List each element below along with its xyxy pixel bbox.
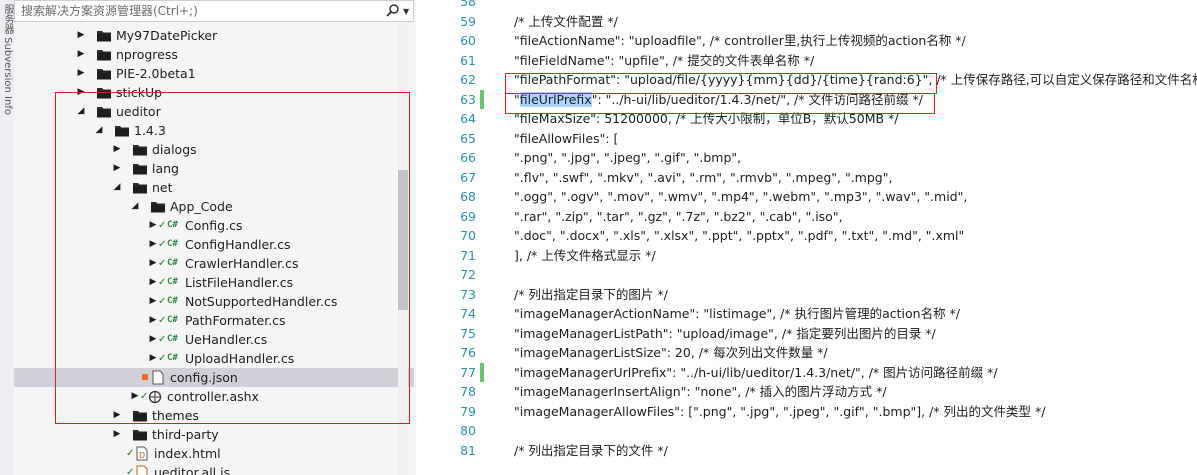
- folder-icon: [96, 47, 112, 62]
- folder-icon: [132, 427, 148, 442]
- svg-text:D: D: [139, 451, 145, 460]
- code-text: ".flv", ".swf", ".mkv", ".avi", ".rm", "…: [514, 169, 893, 185]
- tree-item-third-party[interactable]: ▶ third-party: [14, 425, 414, 444]
- folder-icon: [96, 28, 112, 43]
- code-editor[interactable]: 58 59 /* 上传文件配置 */ 60 "fileActionName": "upl…: [436, 0, 1197, 475]
- tree-item-label: index.html: [154, 446, 221, 461]
- code-text: "imageManagerListSize": 20, /* 每次列出文件数量 …: [514, 345, 828, 360]
- tree-item-label: nprogress: [116, 47, 178, 62]
- code-text: "imageManagerInsertAlign": "none", /* 插入…: [514, 384, 887, 399]
- line-number: 67: [460, 169, 476, 185]
- code-text: "imageManagerActionName": "listimage", /…: [514, 306, 961, 321]
- line-number: 74: [460, 306, 476, 321]
- expand-arrow-icon[interactable]: ▶: [76, 64, 86, 83]
- expand-arrow-icon[interactable]: ▶: [112, 425, 122, 444]
- code-text: ".rar", ".zip", ".tar", ".gz", ".7z", ".…: [514, 208, 843, 224]
- search-box[interactable]: ▼: [14, 0, 414, 22]
- fileurlprefix-highlight-box: [505, 93, 935, 114]
- line-number: 75: [460, 325, 476, 341]
- code-text: "imageManagerListPath": "upload/image", …: [514, 325, 936, 341]
- code-text: "fileAllowFiles": [: [514, 130, 619, 146]
- line-number: 69: [460, 208, 476, 224]
- folder-icon: [96, 66, 112, 81]
- tree-item-label: third-party: [152, 427, 219, 442]
- line-number: 78: [460, 384, 476, 399]
- line-number: 63: [460, 91, 476, 107]
- line-number: 62: [460, 72, 476, 87]
- line-number: 76: [460, 345, 476, 360]
- line-number: 71: [460, 247, 476, 263]
- line-number: 73: [460, 286, 476, 302]
- line-number: 66: [460, 150, 476, 165]
- line-number: 72: [460, 267, 476, 282]
- line-number: 60: [460, 33, 476, 48]
- js-file-icon: [134, 465, 150, 475]
- side-tool-strip-label: 服务器 Subversion Info: [2, 4, 13, 115]
- code-text: "fileActionName": "uploadfile", /* contr…: [514, 33, 966, 48]
- code-text: ".doc", ".docx", ".xls", ".xlsx", ".ppt"…: [514, 228, 965, 243]
- splitter[interactable]: [416, 0, 436, 475]
- line-number: 79: [460, 403, 476, 419]
- line-number: 59: [460, 13, 476, 29]
- code-text: ".ogg", ".ogv", ".mov", ".wmv", ".mp4", …: [514, 189, 968, 204]
- change-marker: [480, 89, 484, 109]
- code-text: "imageManagerAllowFiles": [".png", ".jpg…: [514, 403, 1046, 419]
- search-input[interactable]: [17, 3, 365, 19]
- line-number: 65: [460, 130, 476, 146]
- side-tool-strip[interactable]: 服务器 Subversion Info: [0, 0, 15, 475]
- line-number: 61: [460, 52, 476, 68]
- tree-item-label: ueditor.all.js: [154, 465, 231, 475]
- code-text: ], /* 上传文件格式显示 */: [514, 247, 656, 263]
- line-number: 77: [460, 364, 476, 380]
- line-number: 64: [460, 111, 476, 126]
- filepathformat-highlight-box: [505, 73, 937, 94]
- tree-item-index-html[interactable]: ✓ Dindex.html: [14, 444, 414, 463]
- line-number: 70: [460, 228, 476, 243]
- line-number: 80: [460, 423, 476, 438]
- code-text: "fileFieldName": "upfile", /* 提交的文件表单名称 …: [514, 52, 815, 68]
- chevron-down-icon[interactable]: ▼: [403, 7, 409, 16]
- code-text: /* 列出指定目录下的文件 */: [514, 442, 668, 458]
- tree-item-label: My97DatePicker: [116, 28, 218, 43]
- code-text: "imageManagerUrlPrefix": "../h-ui/lib/ue…: [514, 364, 998, 380]
- html-file-icon: D: [134, 446, 150, 461]
- ueditor-highlight-box: [55, 92, 410, 424]
- expand-arrow-icon[interactable]: ▶: [76, 45, 86, 64]
- change-marker: [480, 362, 484, 382]
- tree-item-label: PIE-2.0beta1: [116, 66, 196, 81]
- tree-item-pie-2-0beta1[interactable]: ▶ PIE-2.0beta1: [14, 64, 414, 83]
- tree-item-ueditor-all-js[interactable]: ✓ ueditor.all.js: [14, 463, 414, 475]
- line-number: 68: [460, 189, 476, 204]
- code-text: /* 列出指定目录下的图片 */: [514, 286, 668, 302]
- expand-arrow-icon[interactable]: ▶: [76, 26, 86, 45]
- code-text: /* 上传文件配置 */: [514, 13, 618, 29]
- tree-item-my97datepicker[interactable]: ▶ My97DatePicker: [14, 26, 414, 45]
- search-icon[interactable]: [385, 3, 401, 19]
- line-number: 58: [460, 0, 476, 9]
- tree-item-nprogress[interactable]: ▶ nprogress: [14, 45, 414, 64]
- line-number: 81: [460, 442, 476, 458]
- code-text: ".png", ".jpg", ".jpeg", ".gif", ".bmp",: [514, 150, 742, 165]
